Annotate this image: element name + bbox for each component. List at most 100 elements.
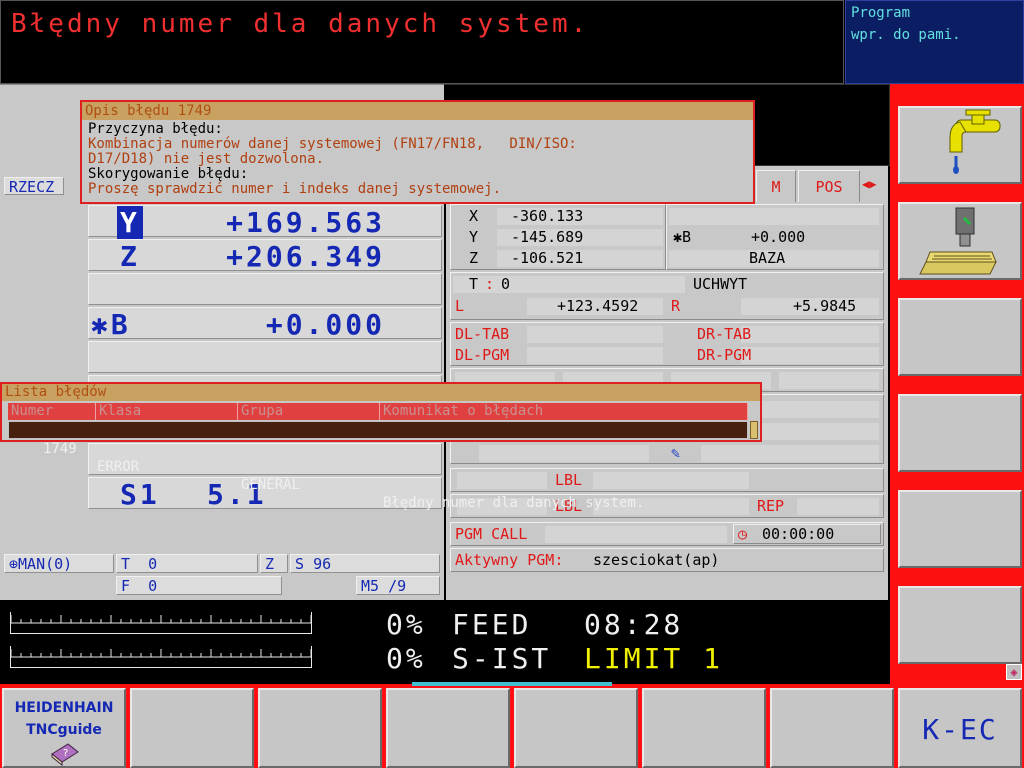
spindle-override-ruler	[10, 646, 312, 668]
delta-field-bg	[527, 326, 663, 343]
spindle-speed-value: 96	[313, 555, 332, 573]
empty-field	[779, 372, 879, 389]
book-small-icon[interactable]: ◈	[1006, 664, 1022, 680]
active-program-row: Aktywny PGM: szesciokat(ap)	[450, 548, 884, 572]
mode-line-2: wpr. do pami.	[851, 27, 961, 43]
basis-field-bg	[669, 208, 879, 225]
tool-block: T : 0 UCHWYT L +123.4592 R +5.9845	[450, 272, 884, 320]
basis-block: ✱B +0.000 BAZA	[666, 204, 884, 270]
clock-icon: ◷	[738, 525, 748, 543]
tab-m[interactable]: M	[756, 170, 796, 202]
ruler-ticks	[11, 649, 311, 658]
coord-z-label: Z	[469, 249, 479, 267]
active-program-label: Aktywny PGM:	[455, 551, 564, 569]
rep-label: REP	[757, 497, 785, 515]
axis-row-empty-1	[88, 273, 442, 305]
softkey-empty-b4[interactable]	[386, 688, 510, 768]
column-header-komunikat[interactable]: Komunikat o błędach	[380, 403, 748, 420]
probe-icon: ✎	[671, 444, 681, 462]
tool-l-value: +123.4592	[557, 297, 639, 315]
coolant-tap-icon	[949, 109, 1001, 174]
limit-indicator: LIMIT 1	[584, 642, 724, 675]
feed-status: F 0	[116, 576, 282, 595]
fix-text: Proszę sprawdzić numer i indeks danej sy…	[88, 181, 502, 197]
axis-row-y: Y +169.563	[88, 205, 442, 239]
feed-status-value: 0	[148, 577, 158, 595]
axis-row-empty-2	[88, 341, 442, 373]
error-text: Błędny numer dla danych system.	[383, 495, 645, 511]
empty-field	[479, 445, 649, 462]
softkey-machine-view[interactable]	[898, 202, 1022, 280]
error-message-bar: Błędny numer dla danych system.	[0, 0, 844, 84]
tab-pos[interactable]: POS	[798, 170, 860, 202]
error-list-row[interactable]: 1749 ERROR GENERAL Błędny numer dla dany…	[8, 421, 748, 511]
softkey-empty-4[interactable]	[898, 394, 1022, 472]
display-mode-rzecz[interactable]: RZECZ	[4, 177, 64, 196]
tool-l-label: L	[455, 297, 465, 315]
pgm-call-label: PGM CALL	[455, 525, 528, 543]
operating-mode-box: Program wpr. do pami.	[845, 0, 1024, 84]
softkey-empty-5[interactable]	[898, 490, 1022, 568]
tool-t-colon: :	[485, 275, 495, 293]
column-header-grupa[interactable]: Grupa	[238, 403, 380, 420]
fix-label: Skorygowanie błędu:	[88, 166, 249, 182]
delta-field-bg	[741, 347, 879, 364]
feed-override-ruler	[10, 612, 312, 634]
softkey-empty-b5[interactable]	[514, 688, 638, 768]
error-number: 1749	[43, 441, 77, 457]
error-list-title: Lista błędów	[2, 384, 760, 401]
tool-status: T 0	[116, 554, 258, 573]
man-status-text: MAN(0)	[18, 555, 73, 573]
m-function-status: M5 /9	[356, 576, 440, 595]
pgm-call-field	[545, 526, 727, 543]
cause-line-1: Kombinacja numerów danej systemowej (FN1…	[88, 136, 577, 152]
axis-label-z: Z	[120, 240, 140, 273]
tool-axis-status: Z	[260, 554, 288, 573]
tool-status-label: T	[121, 555, 131, 573]
coord-y-label: Y	[469, 228, 479, 246]
tool-t-label: T	[469, 275, 479, 293]
cause-line-2: D17/D18) nie jest dozwolona.	[88, 151, 325, 167]
spindle-override-percent: 0%	[386, 642, 426, 675]
axis-row-z: Z +206.349	[88, 239, 442, 273]
softkey-empty-b6[interactable]	[642, 688, 766, 768]
delta-field-bg	[741, 326, 879, 343]
clock-display: 08:28	[584, 608, 684, 641]
axis-value-y: +169.563	[226, 206, 385, 239]
dr-pgm-label: DR-PGM	[697, 346, 752, 364]
coord-z-value: -106.521	[511, 249, 584, 267]
coord-y-value: -145.689	[511, 228, 584, 246]
horizontal-softkey-bar: HEIDENHAIN TNCguide ? K-EC	[0, 682, 1024, 768]
coord-x-value: -360.133	[511, 207, 584, 225]
lbl-label-1: LBL	[555, 471, 583, 489]
pgm-call-row: PGM CALL ◷ 00:00:00	[450, 522, 884, 546]
softkey-k-ec[interactable]: K-EC	[898, 688, 1022, 768]
softkey-empty-b2[interactable]	[130, 688, 254, 768]
error-list-window: Lista błędów Numer Klasa Grupa Komunikat…	[0, 382, 762, 511]
softkey-empty-b7[interactable]	[770, 688, 894, 768]
softkey-empty-3[interactable]	[898, 298, 1022, 376]
cause-label: Przyczyna błędu:	[88, 121, 223, 137]
error-list-scrollbar[interactable]	[750, 421, 758, 439]
softkey-empty-6[interactable]	[898, 586, 1022, 664]
error-description-dialog: Opis błędu 1749 Przyczyna błędu: Kombinac…	[80, 100, 755, 204]
dialog-title: Opis błędu 1749	[82, 102, 753, 120]
tab-scroll-arrows-icon[interactable]: ◀▶	[862, 174, 886, 194]
softkey-tncguide[interactable]: HEIDENHAIN TNCguide ?	[2, 688, 126, 768]
softkey-empty-b3[interactable]	[258, 688, 382, 768]
axis-row-b: ✱B +0.000	[88, 307, 442, 341]
column-header-numer[interactable]: Numer	[8, 403, 96, 420]
crosshair-icon: ⊕	[9, 555, 19, 573]
lbl-field-bg	[457, 472, 547, 489]
basis-b-value: +0.000	[751, 228, 806, 246]
axis-label-y: Y	[117, 206, 143, 239]
dr-tab-label: DR-TAB	[697, 325, 752, 343]
coord-block: X -360.133 Y -145.689 Z -106.521	[450, 204, 666, 270]
mode-line-1: Program	[851, 5, 911, 21]
axis-row-empty-4	[88, 443, 442, 475]
softkey-coolant[interactable]	[898, 106, 1022, 184]
lbl-row-1: LBL	[450, 468, 884, 492]
axis-label-b: ✱B	[91, 308, 131, 341]
axis-value-z: +206.349	[226, 240, 385, 273]
column-header-klasa[interactable]: Klasa	[96, 403, 238, 420]
